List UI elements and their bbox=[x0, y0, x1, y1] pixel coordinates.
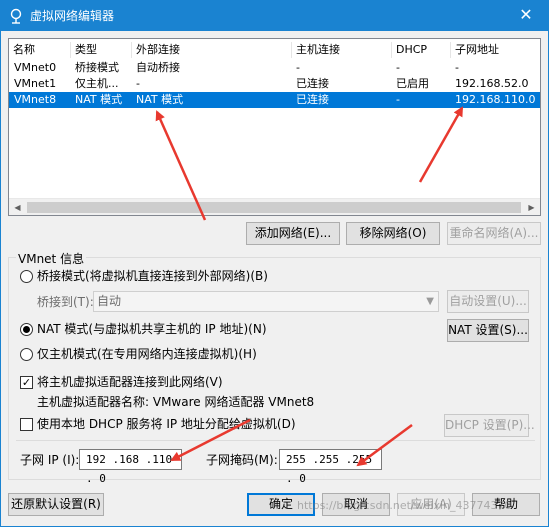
bridged-mode-label[interactable]: 桥接模式(将虚拟机直接连接到外部网络)(B) bbox=[37, 268, 268, 284]
chevron-down-icon: ▼ bbox=[426, 296, 434, 307]
adapter-name-label: 主机虚拟适配器名称: VMware 网络适配器 VMnet8 bbox=[37, 395, 315, 409]
column-header-dhcp[interactable]: DHCP bbox=[391, 42, 450, 58]
table-cell: 192.168.52.0 bbox=[455, 77, 529, 90]
table-cell: 仅主机... bbox=[75, 77, 119, 90]
table-cell: VMnet0 bbox=[14, 61, 57, 74]
column-header-host[interactable]: 主机连接 bbox=[291, 42, 391, 58]
auto-settings-button[interactable]: 自动设置(U)... bbox=[447, 290, 529, 313]
vmnet-info-label: VMnet 信息 bbox=[16, 250, 87, 267]
subnet-mask-label: 子网掩码(M): bbox=[206, 453, 278, 467]
table-cell: 已连接 bbox=[296, 77, 329, 90]
table-row[interactable]: VMnet1 仅主机... - 已连接 已启用 192.168.52.0 bbox=[9, 76, 540, 92]
table-cell: VMnet1 bbox=[14, 77, 57, 90]
table-cell: NAT 模式 bbox=[136, 93, 184, 106]
horizontal-scrollbar[interactable]: ◀ ▶ bbox=[9, 198, 540, 215]
network-table[interactable]: 名称 类型 外部连接 主机连接 DHCP 子网地址 VMnet0 桥接模式 自动… bbox=[8, 38, 541, 216]
connect-adapter-checkbox[interactable]: ✓ bbox=[20, 376, 33, 389]
close-icon[interactable]: ✕ bbox=[503, 0, 549, 31]
table-cell: 已启用 bbox=[396, 77, 429, 90]
subnet-mask-field[interactable]: 255 .255 .255 . 0 bbox=[279, 449, 382, 485]
table-cell: - bbox=[455, 61, 459, 74]
rename-network-button[interactable]: 重命名网络(A)... bbox=[447, 222, 541, 245]
use-dhcp-checkbox[interactable] bbox=[20, 418, 33, 431]
dhcp-settings-button[interactable]: DHCP 设置(P)... bbox=[444, 414, 535, 437]
radio-selected-dot bbox=[23, 326, 30, 333]
table-cell: - bbox=[396, 61, 400, 74]
host-only-radio[interactable] bbox=[20, 348, 33, 361]
bridged-to-label: 桥接到(T): bbox=[37, 295, 94, 309]
table-cell: - bbox=[396, 93, 400, 106]
scrollbar-thumb[interactable] bbox=[27, 202, 521, 213]
subnet-ip-label: 子网 IP (I): bbox=[20, 453, 80, 467]
use-dhcp-label[interactable]: 使用本地 DHCP 服务将 IP 地址分配给虚拟机(D) bbox=[37, 416, 296, 432]
title-bar: 虚拟网络编辑器 ✕ bbox=[0, 0, 549, 31]
window-title: 虚拟网络编辑器 bbox=[30, 9, 115, 23]
add-network-button[interactable]: 添加网络(E)... bbox=[246, 222, 340, 245]
table-cell: 192.168.110.0 bbox=[455, 93, 536, 106]
table-cell: 自动桥接 bbox=[136, 61, 180, 74]
table-row-selected[interactable]: VMnet8 NAT 模式 NAT 模式 已连接 - 192.168.110.0 bbox=[9, 92, 540, 108]
divider bbox=[16, 440, 535, 441]
column-header-type[interactable]: 类型 bbox=[70, 42, 131, 58]
connect-adapter-label[interactable]: 将主机虚拟适配器连接到此网络(V) bbox=[37, 374, 223, 390]
table-cell: VMnet8 bbox=[14, 93, 57, 106]
host-only-label[interactable]: 仅主机模式(在专用网络内连接虚拟机)(H) bbox=[37, 346, 257, 362]
nat-settings-button[interactable]: NAT 设置(S)... bbox=[447, 319, 529, 342]
nat-mode-label[interactable]: NAT 模式(与虚拟机共享主机的 IP 地址)(N) bbox=[37, 321, 267, 337]
remove-network-button[interactable]: 移除网络(O) bbox=[346, 222, 440, 245]
column-header-name[interactable]: 名称 bbox=[9, 42, 70, 58]
scroll-right-icon[interactable]: ▶ bbox=[523, 199, 540, 215]
table-cell: NAT 模式 bbox=[75, 93, 123, 106]
bridged-to-value: 自动 bbox=[97, 294, 122, 308]
table-row[interactable]: VMnet0 桥接模式 自动桥接 - - - bbox=[9, 60, 540, 76]
nat-mode-radio[interactable] bbox=[20, 323, 33, 336]
subnet-ip-field[interactable]: 192 .168 .110 . 0 bbox=[79, 449, 182, 485]
watermark: https://blog.csdn.net/weixin_43774370 bbox=[297, 499, 512, 512]
restore-defaults-button[interactable]: 还原默认设置(R) bbox=[8, 493, 104, 516]
bridged-mode-radio[interactable] bbox=[20, 270, 33, 283]
column-header-subnet[interactable]: 子网地址 bbox=[450, 42, 540, 58]
table-cell: - bbox=[296, 61, 300, 74]
table-cell: 已连接 bbox=[296, 93, 329, 106]
table-cell: - bbox=[136, 77, 140, 90]
column-header-external[interactable]: 外部连接 bbox=[131, 42, 291, 58]
vmware-network-icon bbox=[10, 8, 22, 24]
scroll-left-icon[interactable]: ◀ bbox=[9, 199, 26, 215]
table-header: 名称 类型 外部连接 主机连接 DHCP 子网地址 bbox=[9, 42, 540, 58]
table-cell: 桥接模式 bbox=[75, 61, 119, 74]
bridged-to-select[interactable]: 自动 ▼ bbox=[93, 291, 439, 312]
